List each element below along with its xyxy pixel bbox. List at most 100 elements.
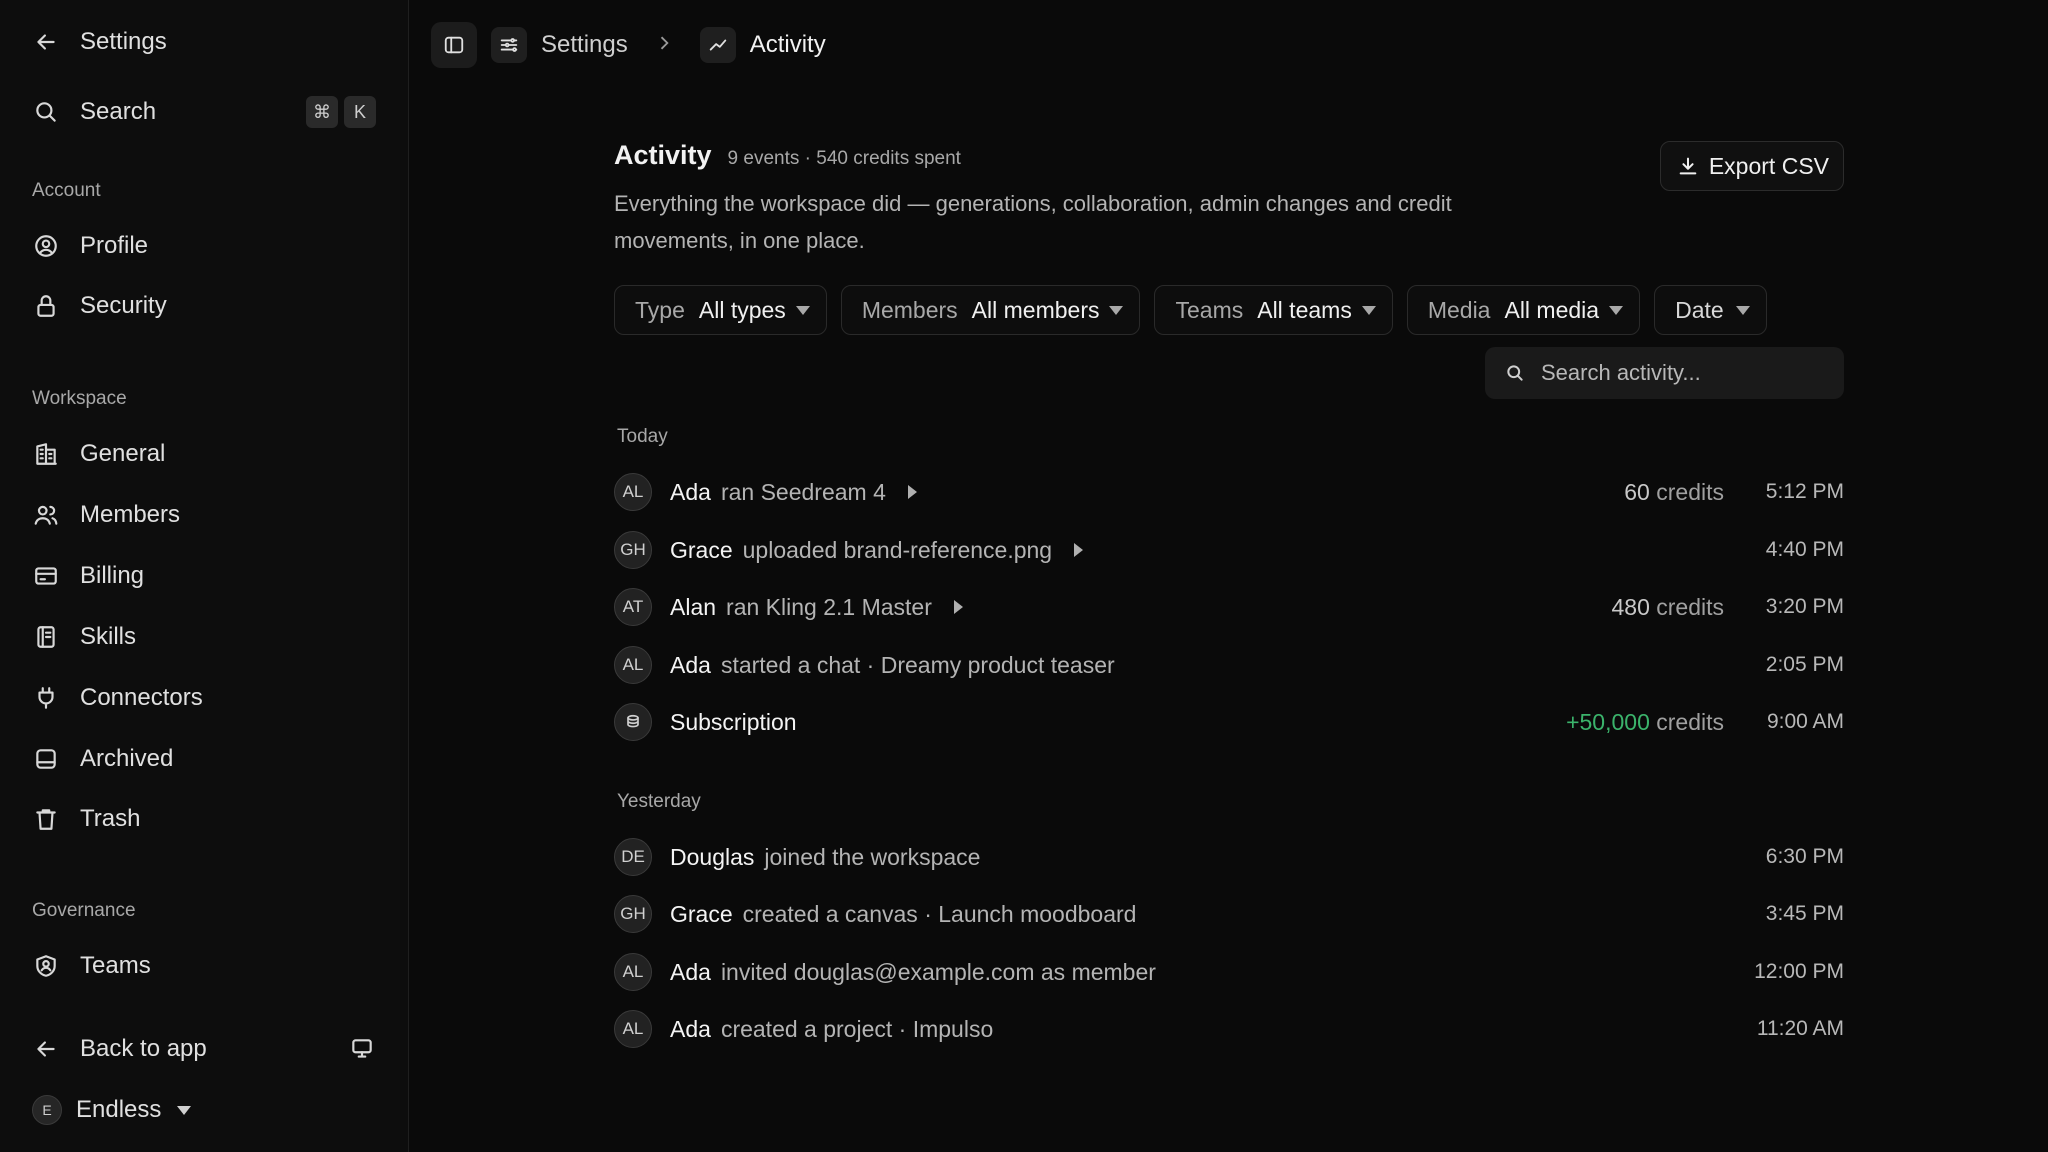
sidebar-item-connectors[interactable]: Connectors <box>32 676 376 720</box>
activity-row[interactable]: AL Ada invited douglas@example.com as me… <box>614 952 1844 992</box>
caret-down-icon <box>1609 305 1624 315</box>
activity-crumb-icon <box>699 27 736 63</box>
avatar: AL <box>614 1010 652 1048</box>
credits-amount: +50,000 <box>1566 708 1650 735</box>
event-action: created a project · Impulso <box>720 1015 994 1042</box>
event-action: joined the workspace <box>764 843 981 870</box>
caret-down-icon <box>1735 305 1750 315</box>
event-actor: Subscription <box>670 708 797 735</box>
event-text: Subscription <box>670 709 797 736</box>
sidebar-item-general[interactable]: General <box>32 432 376 476</box>
sidebar-item-security[interactable]: Security <box>32 284 376 328</box>
sidebar-item-label: Teams <box>80 952 151 979</box>
page-description: Everything the workspace did — generatio… <box>614 191 1452 253</box>
main-panel: Settings Activity Activity 9 events · 54… <box>409 0 2048 1152</box>
event-actor: Ada <box>670 1015 711 1042</box>
filter-label: Media <box>1427 296 1491 323</box>
filter-label: Type <box>635 296 685 323</box>
sidebar-item-trash[interactable]: Trash <box>32 797 376 841</box>
sidebar-item-label: Skills <box>80 623 137 650</box>
activity-row[interactable]: AT Alan ran Kling 2.1 Master 480 credits… <box>614 587 1844 627</box>
breadcrumb-settings[interactable]: Settings <box>541 31 628 59</box>
sidebar-search[interactable]: Search ⌘ K <box>32 90 376 134</box>
sidebar-item-profile[interactable]: Profile <box>32 224 376 268</box>
filter-members[interactable]: Members All members <box>840 285 1141 335</box>
archive-icon <box>32 745 60 773</box>
caret-down-icon <box>1109 305 1124 315</box>
search-input[interactable] <box>1541 360 1821 386</box>
avatar: GH <box>614 895 652 933</box>
sidebar-item-label: Billing <box>80 562 145 589</box>
avatar: GH <box>614 531 652 569</box>
topbar: Settings Activity <box>431 22 826 68</box>
event-action: ran Seedream 4 <box>720 478 886 505</box>
breadcrumb-activity: Activity <box>749 31 826 58</box>
sidebar-item-billing[interactable]: Billing <box>32 554 376 598</box>
back-to-app[interactable]: Back to app <box>32 1027 376 1071</box>
search-icon <box>32 98 60 126</box>
activity-row[interactable]: AL Ada ran Seedream 4 60 credits 5:12 PM <box>614 472 1844 512</box>
sidebar-item-members[interactable]: Members <box>32 493 376 537</box>
event-time: 4:40 PM <box>1765 538 1844 561</box>
avatar: AL <box>614 646 652 684</box>
activity-row[interactable]: Subscription +50,000 credits 9:00 AM <box>614 702 1844 742</box>
chevron-right-icon <box>654 33 674 58</box>
section-account: Account <box>32 180 101 201</box>
event-actor: Ada <box>670 958 711 985</box>
expand-triangle-icon[interactable] <box>953 600 963 614</box>
building-icon <box>32 440 60 468</box>
credits-amount: 60 <box>1624 478 1650 505</box>
activity-row[interactable]: AL Ada started a chat · Dreamy product t… <box>614 645 1844 685</box>
event-actor: Ada <box>670 478 711 505</box>
event-time: 9:00 AM <box>1766 710 1844 733</box>
filter-value: All media <box>1504 296 1600 323</box>
arrow-left-icon <box>32 28 60 56</box>
filter-type[interactable]: Type All types <box>614 285 827 335</box>
activity-row[interactable]: GH Grace created a canvas · Launch moodb… <box>614 894 1844 934</box>
user-circle-icon <box>32 232 60 260</box>
workspace-switcher[interactable]: E Endless <box>32 1088 376 1132</box>
back-to-settings[interactable]: Settings <box>32 20 376 64</box>
caret-down-icon <box>795 305 810 315</box>
event-credits: 480 credits <box>1611 594 1724 621</box>
activity-summary: 9 events · 540 credits spent <box>727 148 961 169</box>
activity-row[interactable]: DE Douglas joined the workspace 6:30 PM <box>614 837 1844 877</box>
sidebar-item-label: Security <box>80 292 167 319</box>
export-csv-button[interactable]: Export CSV <box>1659 141 1844 191</box>
arrow-left-icon <box>32 1035 60 1063</box>
sidebar-item-teams[interactable]: Teams <box>32 944 376 988</box>
activity-search <box>1485 347 1844 399</box>
workspace-avatar: E <box>32 1095 62 1125</box>
export-csv-label: Export CSV <box>1708 152 1829 179</box>
avatar: DE <box>614 838 652 876</box>
book-icon <box>32 623 60 651</box>
avatar: AL <box>614 953 652 991</box>
activity-row[interactable]: AL Ada created a project · Impulso 11:20… <box>614 1009 1844 1049</box>
event-text: Ada started a chat · Dreamy product teas… <box>670 652 1115 679</box>
event-action: uploaded brand-reference.png <box>742 536 1053 563</box>
filter-value: All teams <box>1257 296 1352 323</box>
expand-triangle-icon[interactable] <box>1074 543 1084 557</box>
page-title: Activity <box>614 140 712 170</box>
sidebar-toggle-button[interactable] <box>431 22 477 68</box>
activity-row[interactable]: GH Grace uploaded brand-reference.png 4:… <box>614 530 1844 570</box>
expand-triangle-icon[interactable] <box>907 485 917 499</box>
sidebar-item-label: Archived <box>80 745 174 772</box>
settings-crumb-icon <box>491 27 527 63</box>
filter-label: Members <box>861 296 958 323</box>
event-actor: Grace <box>670 900 733 927</box>
sidebar: Settings Search ⌘ K Account Profile Secu… <box>0 0 409 1152</box>
filter-media[interactable]: Media All media <box>1406 285 1641 335</box>
sliders-icon <box>500 38 518 52</box>
users-icon <box>32 501 60 529</box>
filter-teams[interactable]: Teams All teams <box>1154 285 1393 335</box>
caret-down-icon <box>177 1105 192 1115</box>
monitor-icon[interactable] <box>348 1035 376 1063</box>
search-shortcut: ⌘ K <box>306 96 376 128</box>
event-time: 6:30 PM <box>1765 845 1844 868</box>
sidebar-item-skills[interactable]: Skills <box>32 615 376 659</box>
sidebar-item-archived[interactable]: Archived <box>32 737 376 781</box>
subscription-avatar <box>614 703 652 741</box>
filter-date[interactable]: Date <box>1654 285 1767 335</box>
event-action: ran Kling 2.1 Master <box>726 593 932 620</box>
